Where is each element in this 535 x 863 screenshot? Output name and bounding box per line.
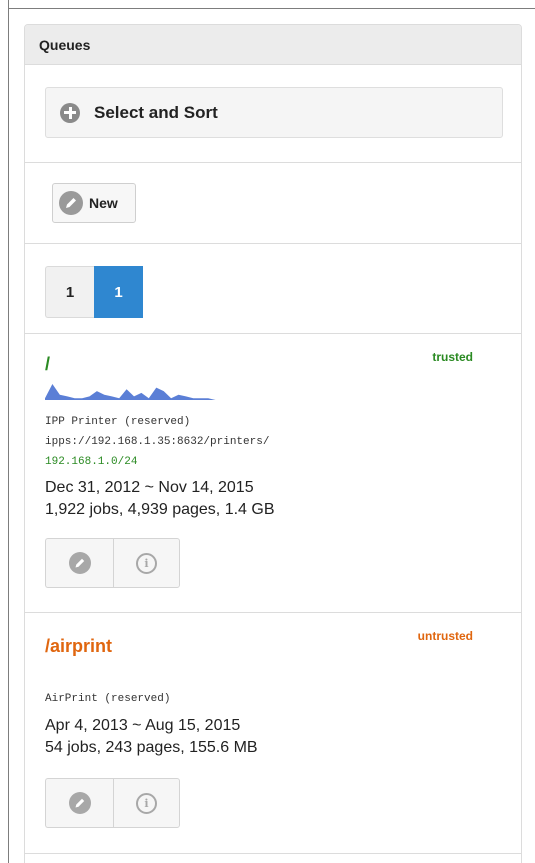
panel-heading: Queues	[25, 25, 521, 65]
queue-path-link[interactable]: /	[45, 354, 50, 375]
pencil-icon	[59, 191, 83, 215]
queue-dates: Dec 31, 2012 ~ Nov 14, 2015	[45, 479, 254, 496]
info-icon: i	[136, 552, 157, 574]
queue-stats: 1,922 jobs, 4,939 pages, 1.4 GB	[45, 501, 275, 518]
plus-circle-icon	[60, 102, 80, 123]
select-and-sort-toggle[interactable]: Select and Sort	[45, 87, 503, 138]
sparkline-area	[45, 384, 223, 400]
pagination: 1 1	[45, 266, 143, 318]
pencil-icon	[68, 552, 91, 574]
queue-stats: 54 jobs, 243 pages, 155.6 MB	[45, 739, 258, 756]
trust-badge: untrusted	[417, 629, 473, 643]
queue-path-link[interactable]: /airprint	[45, 636, 112, 657]
queue-item: /airprint untrusted AirPrint (reserved) …	[25, 613, 521, 854]
trust-badge: trusted	[432, 350, 473, 364]
pencil-icon	[68, 792, 91, 814]
usage-sparkline	[45, 384, 223, 400]
queue-actions: i	[45, 538, 180, 588]
queue-item: / trusted IPP Printer (reserved) ipps://…	[25, 334, 521, 613]
page-button-active[interactable]: 1	[94, 266, 143, 318]
select-sort-section: Select and Sort	[25, 65, 521, 163]
queue-actions: i	[45, 778, 180, 828]
info-icon: i	[136, 792, 157, 814]
queue-info-button[interactable]: i	[113, 778, 180, 828]
queue-description: IPP Printer (reserved)	[45, 416, 191, 428]
page-button[interactable]: 1	[45, 266, 94, 318]
queue-description: AirPrint (reserved)	[45, 693, 171, 705]
queue-network: 192.168.1.0/24	[45, 456, 138, 468]
toolbar-section: New	[25, 163, 521, 244]
queue-dates: Apr 4, 2013 ~ Aug 15, 2015	[45, 717, 241, 734]
new-button-label: New	[89, 195, 118, 211]
window-frame-top	[8, 8, 535, 9]
edit-queue-button[interactable]	[45, 778, 113, 828]
queue-uri: ipps://192.168.1.35:8632/printers/	[45, 436, 270, 448]
edit-queue-button[interactable]	[45, 538, 113, 588]
queues-panel: Queues Select and Sort New 1 1 / trusted…	[24, 24, 522, 863]
queue-info-button[interactable]: i	[113, 538, 180, 588]
pagination-section: 1 1	[25, 244, 521, 334]
select-and-sort-label: Select and Sort	[94, 102, 218, 122]
window-frame-left	[8, 0, 9, 863]
new-queue-button[interactable]: New	[52, 183, 136, 223]
